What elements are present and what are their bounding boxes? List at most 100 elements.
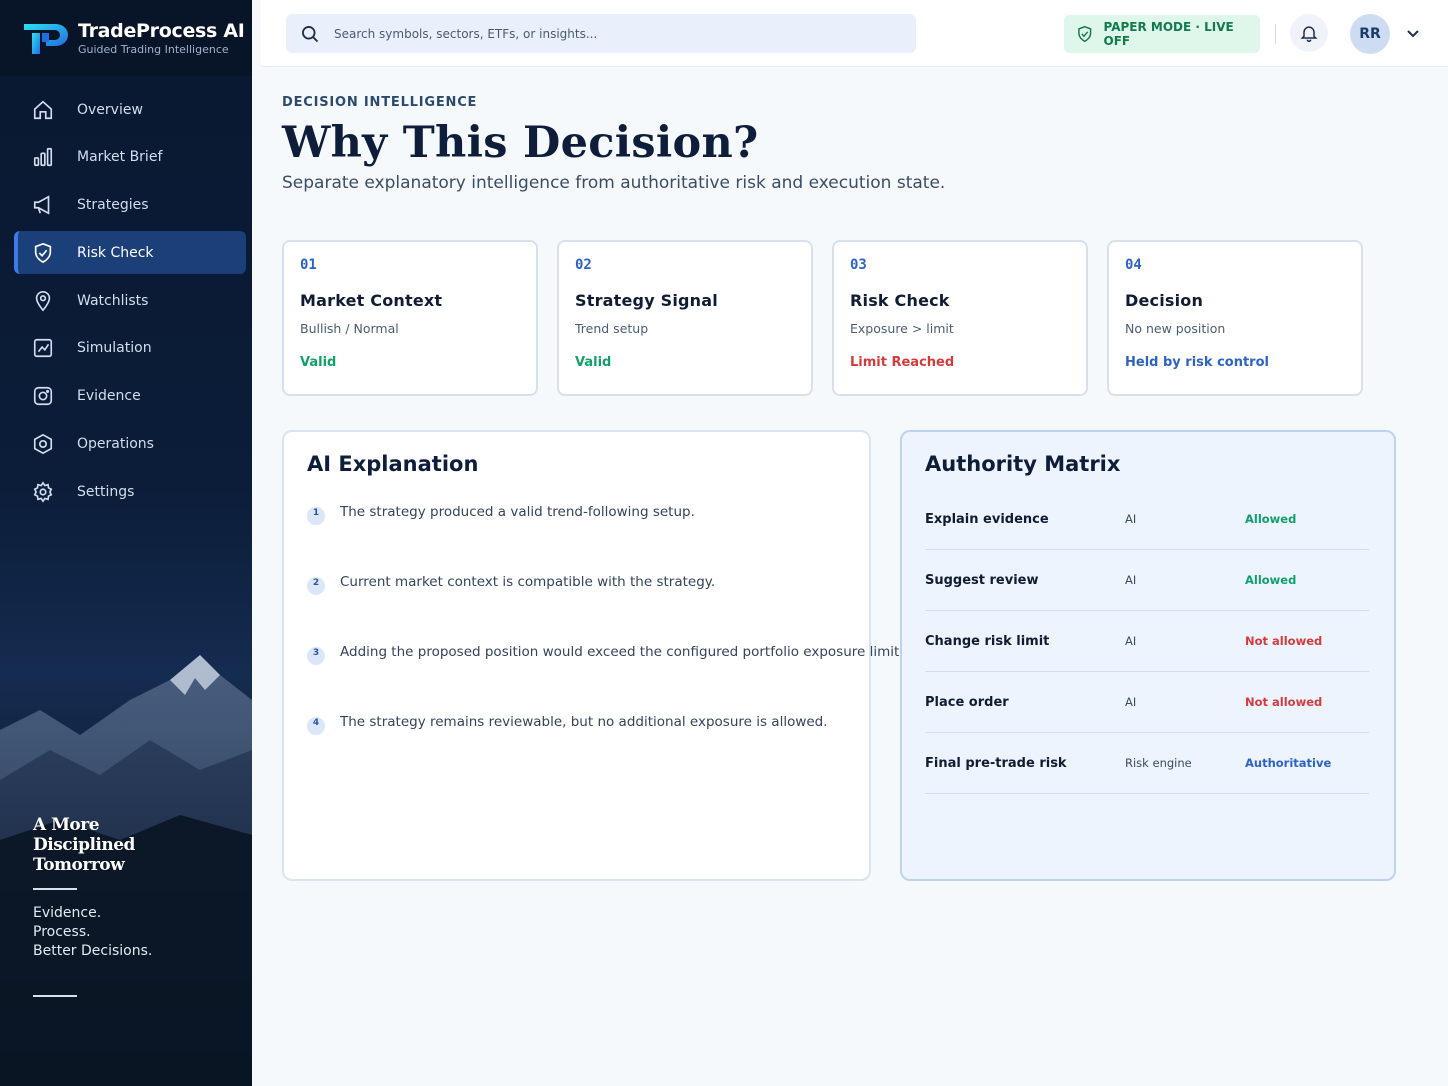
page-title: Why This Decision? — [282, 118, 759, 168]
actor-cell: Risk engine — [1125, 756, 1192, 770]
promo-motto: Evidence. Process. Better Decisions. — [33, 905, 153, 959]
page-subtitle: Separate explanatory intelligence from a… — [282, 173, 946, 193]
authority-matrix-panel: Authority Matrix Explain evidence AI All… — [900, 430, 1396, 881]
step-badge: 4 — [307, 717, 325, 735]
step-subtitle: Bullish / Normal — [300, 321, 399, 336]
search-icon — [302, 25, 319, 42]
step-status: Held by risk control — [1125, 355, 1269, 370]
step-card-strategy-signal[interactable]: 02 Strategy Signal Trend setup Valid — [557, 240, 813, 396]
list-item-text: Adding the proposed position would excee… — [340, 644, 904, 660]
step-subtitle: Exposure > limit — [850, 321, 954, 336]
status-cell: Allowed — [1245, 573, 1297, 587]
list-item: 1 The strategy produced a valid trend-fo… — [307, 504, 904, 574]
actor-cell: AI — [1125, 512, 1137, 526]
chart-square-icon — [33, 339, 53, 358]
capability-cell: Final pre-trade risk — [925, 755, 1067, 771]
search-input[interactable] — [334, 26, 894, 41]
chevron-down-icon[interactable] — [1405, 25, 1421, 41]
list-item: 3 Adding the proposed position would exc… — [307, 644, 904, 714]
ai-explanation-list: 1 The strategy produced a valid trend-fo… — [307, 504, 904, 784]
promo-divider-bottom — [33, 995, 77, 997]
table-row: Place order AI Not allowed — [925, 672, 1369, 733]
capability-cell: Suggest review — [925, 572, 1039, 588]
sidebar-item-risk-check[interactable]: Risk Check — [14, 231, 246, 275]
actor-cell: AI — [1125, 573, 1137, 587]
step-number: 02 — [575, 257, 592, 273]
sidebar-item-label: Watchlists — [77, 292, 149, 309]
location-pin-icon — [35, 290, 51, 312]
bell-icon — [1300, 26, 1318, 43]
step-title: Decision — [1125, 291, 1204, 310]
step-status: Limit Reached — [850, 355, 955, 370]
avatar[interactable]: RR — [1350, 14, 1390, 54]
topbar-divider — [1275, 24, 1276, 44]
step-status: Valid — [300, 355, 337, 370]
actor-cell: AI — [1125, 634, 1137, 648]
step-badge: 3 — [307, 647, 325, 665]
ai-explanation-panel: AI Explanation 1 The strategy produced a… — [282, 430, 904, 881]
step-number: 03 — [850, 257, 867, 273]
step-subtitle: Trend setup — [575, 321, 649, 336]
sidebar-item-label: Strategies — [77, 197, 149, 214]
paper-mode-label: PAPER MODE · LIVE OFF — [1103, 20, 1234, 48]
panel-title: AI Explanation — [307, 452, 479, 476]
table-row: Change risk limit AI Not allowed — [925, 611, 1369, 672]
step-number: 01 — [300, 257, 317, 273]
topbar: PAPER MODE · LIVE OFF RR — [261, 0, 1448, 67]
step-subtitle: No new position — [1125, 321, 1226, 336]
paper-mode-badge[interactable]: PAPER MODE · LIVE OFF — [1064, 15, 1260, 53]
step-badge: 1 — [307, 507, 325, 525]
table-row: Explain evidence AI Allowed — [925, 489, 1369, 550]
list-item-text: The strategy produced a valid trend-foll… — [340, 504, 695, 520]
sidebar-item-label: Overview — [77, 101, 143, 118]
step-badge: 2 — [307, 577, 325, 595]
sidebar-item-strategies[interactable]: Strategies — [14, 184, 246, 227]
eyebrow: DECISION INTELLIGENCE — [282, 95, 478, 110]
shield-check-icon — [1078, 25, 1092, 43]
table-row: Final pre-trade risk Risk engine Authori… — [925, 733, 1369, 794]
hexagon-gear-icon — [33, 433, 53, 455]
sidebar: TradeProcess AI Guided Trading Intellige… — [0, 0, 252, 1086]
step-status: Valid — [575, 355, 612, 370]
authority-matrix-table: Explain evidence AI Allowed Suggest revi… — [925, 489, 1369, 794]
step-title: Risk Check — [850, 291, 950, 310]
shield-icon — [34, 242, 52, 263]
sidebar-item-label: Evidence — [77, 388, 141, 405]
sidebar-item-watchlists[interactable]: Watchlists — [14, 279, 246, 322]
sidebar-item-label: Market Brief — [77, 149, 163, 166]
step-card-market-context[interactable]: 01 Market Context Bullish / Normal Valid — [282, 240, 538, 396]
status-cell: Not allowed — [1245, 634, 1323, 648]
list-item: 4 The strategy remains reviewable, but n… — [307, 714, 904, 784]
step-number: 04 — [1125, 257, 1142, 273]
sidebar-item-evidence[interactable]: Evidence — [14, 375, 246, 418]
sidebar-item-simulation[interactable]: Simulation — [14, 327, 246, 370]
step-card-decision[interactable]: 04 Decision No new position Held by risk… — [1107, 240, 1363, 396]
sidebar-item-label: Settings — [77, 483, 135, 500]
search-bar[interactable] — [286, 14, 916, 53]
home-icon — [33, 100, 53, 119]
sidebar-item-label: Operations — [77, 436, 154, 453]
gear-icon — [33, 481, 53, 503]
sidebar-nav: Overview Market Brief Strategies Risk Ch… — [14, 88, 246, 518]
promo-divider — [33, 888, 77, 890]
list-item-text: Current market context is compatible wit… — [340, 574, 716, 590]
list-item: 2 Current market context is compatible w… — [307, 574, 904, 644]
sidebar-item-market-brief[interactable]: Market Brief — [14, 136, 246, 179]
panel-title: Authority Matrix — [925, 452, 1121, 476]
camera-icon — [33, 387, 53, 406]
sidebar-item-settings[interactable]: Settings — [14, 470, 246, 513]
table-row: Suggest review AI Allowed — [925, 550, 1369, 611]
notifications-button[interactable] — [1290, 14, 1328, 52]
sidebar-item-operations[interactable]: Operations — [14, 423, 246, 466]
sidebar-item-overview[interactable]: Overview — [14, 88, 246, 131]
step-card-risk-check[interactable]: 03 Risk Check Exposure > limit Limit Rea… — [832, 240, 1088, 396]
actor-cell: AI — [1125, 695, 1137, 709]
brand-tagline: Guided Trading Intelligence — [78, 43, 229, 56]
sidebar-item-label: Simulation — [77, 340, 152, 357]
step-title: Market Context — [300, 291, 443, 310]
capability-cell: Place order — [925, 694, 1009, 710]
promo-title: A More Disciplined Tomorrow — [33, 815, 135, 875]
capability-cell: Change risk limit — [925, 633, 1050, 649]
status-cell: Not allowed — [1245, 695, 1323, 709]
brand[interactable]: TradeProcess AI Guided Trading Intellige… — [0, 0, 252, 76]
